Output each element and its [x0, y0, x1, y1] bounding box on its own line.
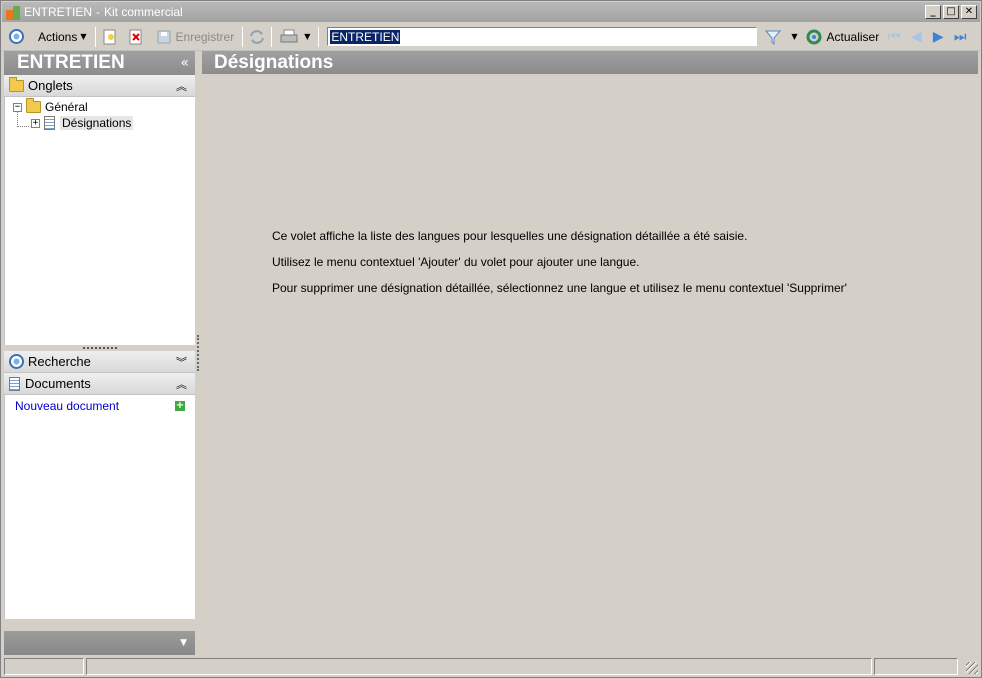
window-title-main: ENTRETIEN: [24, 5, 93, 19]
toolbar-separator: [271, 26, 273, 47]
refresh-button[interactable]: Actualiser: [802, 26, 884, 48]
new-document-label: Nouveau document: [15, 399, 120, 413]
tree-item-label: Désignations: [60, 116, 134, 130]
info-message-3: Pour supprimer une désignation détaillée…: [272, 281, 847, 295]
search-input-value: ENTRETIEN: [330, 29, 401, 44]
main-content: Ce volet affiche la liste des langues po…: [202, 74, 978, 655]
chevron-down-icon: ▼: [791, 32, 798, 41]
folder-icon: [26, 98, 41, 113]
refresh-icon: [806, 29, 822, 44]
left-panel-header: ENTRETIEN «: [4, 51, 195, 75]
toolbar-separator: [318, 26, 320, 47]
folder-icon: [9, 76, 24, 92]
section-search-header[interactable]: Recherche ︾: [4, 351, 195, 373]
sync-icon[interactable]: [247, 27, 267, 47]
close-button[interactable]: ✕: [961, 5, 977, 19]
collapse-icon[interactable]: −: [13, 102, 22, 112]
last-icon[interactable]: ⏭: [949, 27, 971, 47]
section-documents-label: Documents: [25, 376, 91, 391]
section-tabs-header[interactable]: Onglets ︽: [4, 75, 195, 97]
plus-icon[interactable]: +: [175, 401, 185, 411]
section-documents-header[interactable]: Documents ︽: [4, 373, 195, 395]
left-panel-title: ENTRETIEN: [17, 52, 125, 73]
chevron-down-icon[interactable]: ︾: [176, 354, 187, 370]
status-bar: [2, 656, 980, 676]
search-section-icon: [9, 354, 24, 369]
doc-icon: [9, 376, 20, 391]
info-message-2: Utilisez le menu contextuel 'Ajouter' du…: [272, 255, 640, 269]
vertical-splitter[interactable]: [197, 335, 199, 371]
filter-button[interactable]: ▼: [761, 26, 801, 48]
new-icon[interactable]: [100, 27, 120, 47]
info-message-1: Ce volet affiche la liste des langues po…: [272, 229, 748, 243]
delete-icon[interactable]: [126, 27, 146, 47]
toolbar: Actions ▼ Enregistrer ▼ ENTRETIEN ▼ Actu…: [2, 23, 980, 51]
new-document-link[interactable]: Nouveau document +: [15, 399, 185, 413]
filter-icon: [765, 30, 782, 45]
chevron-up-icon[interactable]: ︽: [176, 78, 187, 94]
window-title-separator: -: [96, 5, 101, 19]
print-button[interactable]: ▼: [276, 26, 314, 48]
refresh-label: Actualiser: [826, 29, 880, 44]
first-icon[interactable]: ⏮: [883, 27, 905, 47]
search-input[interactable]: ENTRETIEN: [327, 27, 758, 46]
main-header: Désignations: [202, 51, 978, 74]
save-icon: [157, 30, 171, 43]
resize-grip-icon[interactable]: [966, 662, 978, 674]
status-cell: [4, 658, 84, 675]
left-panel-footer[interactable]: ▼: [4, 631, 195, 655]
section-tabs-label: Onglets: [28, 78, 73, 93]
tabs-tree: − Général + Désignations: [4, 97, 195, 345]
save-label: Enregistrer: [175, 29, 235, 44]
window-title: ENTRETIEN - Kit commercial: [24, 5, 183, 19]
status-cell: [874, 658, 958, 675]
minimize-button[interactable]: _: [925, 5, 941, 19]
tree-item-designations[interactable]: + Désignations: [31, 115, 134, 131]
doc-icon: [44, 116, 55, 130]
next-icon[interactable]: ▶: [927, 27, 949, 47]
toolbar-separator: [94, 26, 96, 47]
save-button[interactable]: Enregistrer: [152, 26, 239, 48]
chevron-down-icon: ▼: [80, 32, 87, 41]
tree-item-label: Général: [45, 100, 88, 114]
section-search-label: Recherche: [28, 354, 91, 369]
actions-menu-button[interactable]: Actions ▼: [34, 26, 91, 48]
toolbar-separator: [242, 26, 244, 47]
app-icon: [5, 4, 21, 20]
prev-icon[interactable]: ◀: [905, 27, 927, 47]
chevron-down-icon: ▼: [304, 32, 311, 41]
actions-label: Actions: [38, 29, 78, 44]
app-window: ENTRETIEN - Kit commercial _ □ ✕ Actions ▼ …: [0, 0, 982, 678]
tree-item-general[interactable]: − Général: [13, 98, 88, 115]
chevron-up-icon[interactable]: ︽: [176, 376, 187, 392]
maximize-button[interactable]: □: [943, 5, 959, 19]
left-panel: ENTRETIEN « Onglets ︽ − Général + Désign…: [4, 51, 195, 655]
tree-line: [17, 126, 29, 127]
window-title-sub: Kit commercial: [104, 5, 183, 19]
title-bar[interactable]: ENTRETIEN - Kit commercial _ □ ✕: [2, 2, 980, 22]
expand-icon[interactable]: +: [31, 118, 40, 128]
collapse-panel-icon[interactable]: «: [180, 55, 189, 71]
print-icon: [280, 29, 298, 42]
chevron-down-icon[interactable]: ▼: [180, 638, 187, 648]
page-title: Désignations: [214, 52, 334, 73]
circle-icon[interactable]: [6, 27, 26, 47]
documents-list: Nouveau document +: [4, 395, 195, 619]
status-cell: [86, 658, 872, 675]
